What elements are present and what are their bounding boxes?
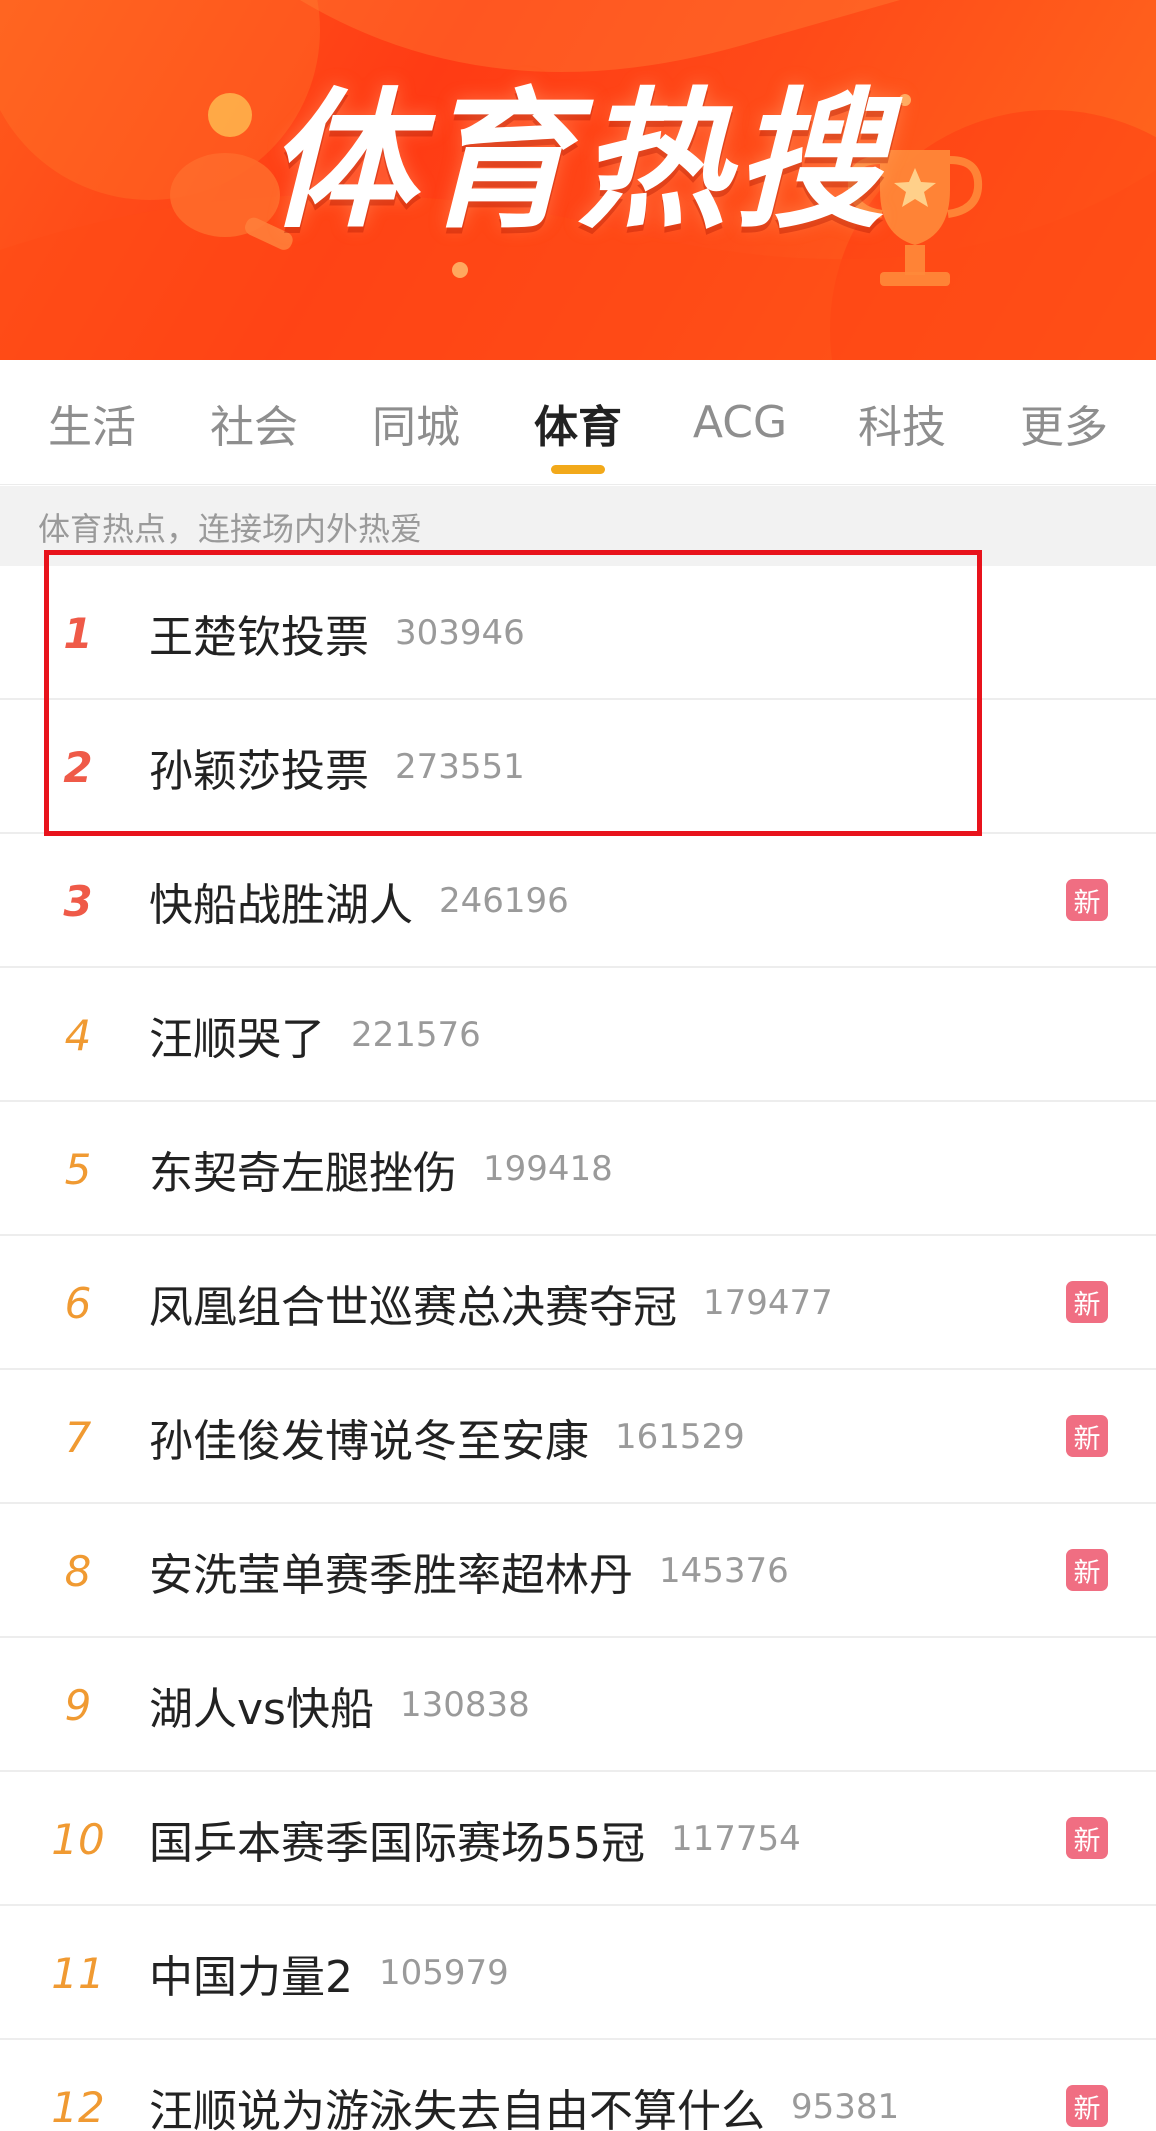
rank-number: 3 bbox=[63, 876, 93, 926]
item-title[interactable]: 快船战胜湖人 bbox=[149, 869, 413, 933]
item-title[interactable]: 东契奇左腿挫伤 bbox=[149, 1137, 457, 1201]
item-title[interactable]: 汪顺说为游泳失去自由不算什么 bbox=[149, 2075, 765, 2131]
item-title[interactable]: 孙颖莎投票 bbox=[149, 735, 369, 799]
list-item[interactable]: 4 汪顺哭了 221576 bbox=[0, 968, 1156, 1102]
new-badge: 新 bbox=[1066, 1817, 1108, 1859]
item-count: 303946 bbox=[395, 613, 525, 653]
item-count: 130838 bbox=[399, 1685, 530, 1725]
item-count: 105979 bbox=[379, 1953, 509, 1993]
list-item[interactable]: 7 孙佳俊发博说冬至安康 161529 新 bbox=[0, 1370, 1156, 1504]
rank-number: 8 bbox=[64, 1546, 92, 1596]
list-item[interactable]: 2 孙颖莎投票 273551 bbox=[0, 700, 1156, 834]
rank-number: 4 bbox=[64, 1010, 92, 1060]
hot-search-list: 1 王楚钦投票 303946 2 孙颖莎投票 273551 3 快船战胜湖人 2… bbox=[0, 566, 1156, 2131]
rank-number: 1 bbox=[63, 608, 93, 658]
item-title[interactable]: 国乒本赛季国际赛场55冠 bbox=[149, 1807, 645, 1871]
item-title[interactable]: 凤凰组合世巡赛总决赛夺冠 bbox=[149, 1271, 677, 1335]
new-badge: 新 bbox=[1066, 1549, 1108, 1591]
rank-number: 2 bbox=[63, 742, 93, 792]
tab-society[interactable]: 社会 bbox=[174, 360, 334, 485]
item-title[interactable]: 中国力量2 bbox=[149, 1941, 353, 2005]
tab-more[interactable]: 更多 bbox=[984, 360, 1144, 485]
item-title[interactable]: 孙佳俊发博说冬至安康 bbox=[149, 1405, 589, 1469]
item-count: 246196 bbox=[439, 881, 569, 921]
rank-number: 12 bbox=[51, 2082, 105, 2131]
list-item[interactable]: 6 凤凰组合世巡赛总决赛夺冠 179477 新 bbox=[0, 1236, 1156, 1370]
rank-number: 10 bbox=[51, 1814, 105, 1864]
rank-number: 5 bbox=[64, 1144, 92, 1194]
list-item[interactable]: 5 东契奇左腿挫伤 199418 bbox=[0, 1102, 1156, 1236]
item-count: 95381 bbox=[791, 2087, 900, 2127]
list-item[interactable]: 3 快船战胜湖人 246196 新 bbox=[0, 834, 1156, 968]
rank-number: 9 bbox=[64, 1680, 92, 1730]
item-count: 179477 bbox=[703, 1283, 833, 1323]
item-count: 273551 bbox=[395, 747, 525, 787]
sports-hot-search-banner: 体育热搜 bbox=[0, 0, 1156, 360]
subtitle-bar: 体育热点，连接场内外热爱 bbox=[0, 486, 1156, 566]
banner-title: 体育热搜 bbox=[265, 75, 890, 249]
new-badge: 新 bbox=[1066, 2085, 1108, 2127]
list-item[interactable]: 11 中国力量2 105979 bbox=[0, 1906, 1156, 2040]
tab-acg[interactable]: ACG bbox=[660, 360, 820, 485]
hot-search-page: 体育热搜 生活 社会 同城 体育 ACG 科技 更多 体育热点，连接场内外热爱 … bbox=[0, 0, 1156, 2131]
list-item[interactable]: 9 湖人vs快船 130838 bbox=[0, 1638, 1156, 1772]
active-tab-indicator bbox=[551, 465, 605, 474]
rank-number: 6 bbox=[64, 1278, 92, 1328]
new-badge: 新 bbox=[1066, 1415, 1108, 1457]
list-item[interactable]: 10 国乒本赛季国际赛场55冠 117754 新 bbox=[0, 1772, 1156, 1906]
new-badge: 新 bbox=[1066, 879, 1108, 921]
list-item[interactable]: 12 汪顺说为游泳失去自由不算什么 95381 新 bbox=[0, 2040, 1156, 2131]
section-subtitle: 体育热点，连接场内外热爱 bbox=[38, 510, 423, 548]
item-count: 221576 bbox=[351, 1015, 481, 1055]
item-count: 145376 bbox=[659, 1551, 789, 1591]
item-title[interactable]: 汪顺哭了 bbox=[149, 1003, 325, 1067]
item-count: 117754 bbox=[671, 1819, 801, 1859]
list-item[interactable]: 1 王楚钦投票 303946 bbox=[0, 566, 1156, 700]
tab-tech[interactable]: 科技 bbox=[822, 360, 982, 485]
list-item[interactable]: 8 安洗莹单赛季胜率超林丹 145376 新 bbox=[0, 1504, 1156, 1638]
tab-local[interactable]: 同城 bbox=[336, 360, 496, 485]
tab-life[interactable]: 生活 bbox=[12, 360, 172, 485]
new-badge: 新 bbox=[1066, 1281, 1108, 1323]
item-title[interactable]: 湖人vs快船 bbox=[149, 1673, 374, 1737]
item-count: 161529 bbox=[615, 1417, 745, 1457]
item-title[interactable]: 王楚钦投票 bbox=[149, 601, 369, 665]
item-count: 199418 bbox=[483, 1149, 613, 1189]
item-title[interactable]: 安洗莹单赛季胜率超林丹 bbox=[149, 1539, 633, 1603]
rank-number: 7 bbox=[64, 1412, 92, 1462]
rank-number: 11 bbox=[51, 1948, 105, 1998]
